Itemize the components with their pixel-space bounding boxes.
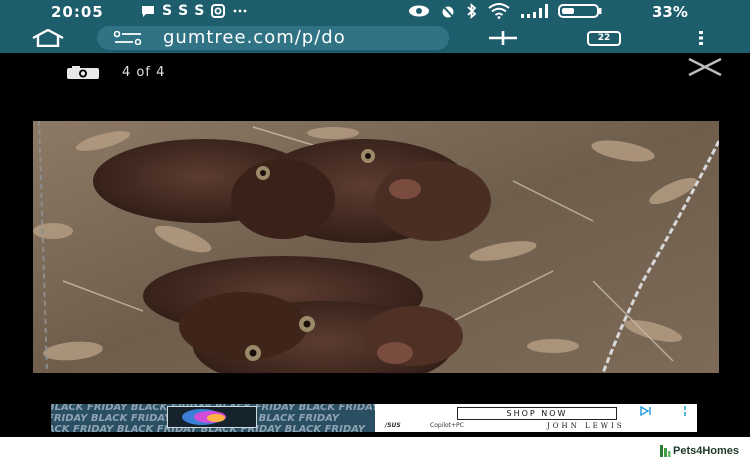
home-icon[interactable] [30, 26, 66, 50]
ad-brand-left: /SUS [385, 422, 401, 429]
overflow-menu-icon[interactable] [694, 26, 708, 50]
ad-promo-panel: BLACK FRIDAY BLACK FRIDAY BLACK FRIDAY B… [51, 404, 375, 432]
shop-now-button[interactable]: SHOP NOW [457, 407, 617, 420]
pets4homes-logo: Pets4Homes [659, 444, 739, 458]
ad-choices-icon[interactable] [639, 406, 653, 416]
url-text: gumtree.com/p/do [163, 27, 346, 48]
site-settings-icon[interactable] [113, 31, 143, 45]
ad-brand-right: JOHN LEWIS [547, 422, 625, 430]
wifi-icon [488, 3, 510, 19]
laptop-image [167, 406, 257, 428]
signal-icon [521, 4, 548, 18]
instagram-icon [211, 4, 226, 18]
url-bar[interactable]: gumtree.com/p/do [97, 26, 449, 50]
status-bar: 20:05 S S S 33% [0, 0, 750, 24]
page-footer: Pets4Homes [0, 437, 750, 464]
ad-banner[interactable]: BLACK FRIDAY BLACK FRIDAY BLACK FRIDAY B… [51, 404, 697, 432]
image-viewer: 4 of 4 LACK FRIDAY BLACK FRIDAY BLACK FR… [0, 53, 750, 437]
notification-icons: S S S [140, 3, 248, 19]
pets4homes-logo-icon [660, 445, 671, 457]
pets4homes-watermark: Pets4Homes [673, 445, 740, 457]
ad-product-panel: SHOP NOW /SUS Copilot+PC JOHN LEWIS [375, 404, 697, 432]
more-notifications-icon [233, 9, 247, 13]
status-time: 20:05 [51, 3, 104, 21]
tab-switcher-icon[interactable]: 22 [587, 31, 621, 46]
chat-bubble-icon [142, 6, 154, 17]
system-icons [408, 3, 602, 19]
image-counter-text: 4 of 4 [122, 65, 166, 80]
browser-toolbar: gumtree.com/p/do 22 [0, 24, 750, 53]
eye-icon [409, 5, 429, 17]
listing-photo[interactable] [33, 121, 719, 373]
alarm-off-icon [441, 4, 455, 19]
new-tab-plus-icon[interactable] [486, 26, 520, 50]
ad-close-icon[interactable] [681, 406, 689, 416]
notification-s-icon: S [194, 3, 205, 19]
camera-icon [67, 65, 99, 79]
notification-s-icon: S [178, 3, 189, 19]
notification-s-icon: S [162, 3, 173, 19]
image-counter: 4 of 4 [66, 65, 165, 80]
bluetooth-icon [467, 3, 477, 19]
battery-percent: 33% [652, 3, 688, 21]
battery-icon [558, 4, 602, 18]
ad-product-text: Copilot+PC [430, 422, 464, 429]
close-icon[interactable] [687, 57, 723, 77]
